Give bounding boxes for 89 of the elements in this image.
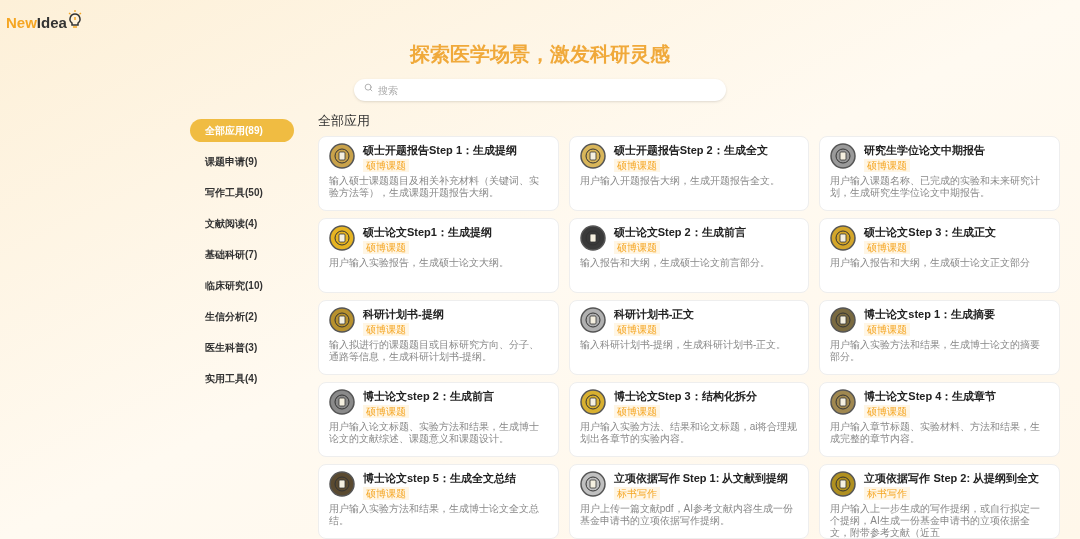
app-description: 用户输入论文标题、实验方法和结果，生成博士论文的文献综述、课题意义和课题设计。: [329, 421, 540, 445]
sidebar-item[interactable]: 生信分析(2): [190, 305, 294, 328]
app-title: 博士论文step 5：生成全文总结: [363, 471, 516, 485]
app-card[interactable]: 博士论文Step 4：生成章节 硕博课题 用户输入章节标题、实验材料、方法和结果，生成完整的章节内容。: [819, 382, 1060, 457]
medallion-icon: [329, 389, 355, 415]
app-tag: 硕博课题: [613, 159, 660, 172]
app-card[interactable]: 硕士论文Step1：生成提纲 硕博课题 用户输入实验报告，生成硕士论文大纲。: [318, 218, 559, 293]
app-description: 用户输入上一步生成的写作提纲，或自行拟定一个提纲，AI生成一份基金申请书的立项依据全文，附带参考文献（近五: [830, 503, 1042, 539]
app-title: 硕士开题报告Step 2：生成全文: [613, 143, 768, 157]
app-description: 用户输入实验方法和结果，生成博士论文全文总结。: [329, 503, 540, 527]
lightbulb-icon: [67, 10, 82, 29]
search-icon: [364, 83, 373, 92]
app-description: 输入硕士课题题目及相关补充材料（关键词、实验方法等），生成课题开题报告大纲。: [329, 175, 540, 199]
app-card[interactable]: 博士论文step 1：生成摘要 硕博课题 用户输入实验方法和结果，生成博士论文的摘要部分。: [819, 300, 1060, 375]
app-tag: 硕博课题: [363, 241, 409, 254]
app-title: 博士论文step 1：生成摘要: [864, 307, 996, 321]
app-card[interactable]: 硕士论文Step 2：生成前言 硕博课题 输入报告和大纲，生成硕士论文前言部分。: [568, 218, 810, 293]
app-tag: 硕博课题: [864, 323, 911, 336]
app-tag: 硕博课题: [363, 159, 409, 172]
app-description: 用户输入实验方法和结果，生成博士论文的摘要部分。: [830, 339, 1042, 363]
app-description: 用户输入课题名称、已完成的实验和未来研究计划，生成研究生学位论文中期报告。: [830, 175, 1042, 199]
medallion-icon: [579, 225, 606, 251]
app-card[interactable]: 立项依据写作 Step 1: 从文献到提纲 标书写作 用户上传一篇文献pdf，AI参考文献内容生成一份基金申请书的立项依据写作提纲。: [568, 464, 810, 539]
app-title: 硕士论文Step 2：生成前言: [613, 225, 746, 239]
search-field[interactable]: 搜索: [354, 79, 726, 101]
sidebar-item[interactable]: 医生科普(3): [190, 336, 294, 359]
app-title: 硕士论文Step1：生成提纲: [363, 225, 492, 239]
sidebar-item[interactable]: 临床研究(10): [190, 274, 294, 297]
app-card[interactable]: 立项依据写作 Step 2: 从提纲到全文 标书写作 用户输入上一步生成的写作提纲，或自行拟定一个提纲，AI生成一份基金申请书的立项依据全文，附带参考文献（近五: [819, 464, 1060, 539]
medallion-icon: [830, 225, 857, 251]
app-description: 用户输入实验报告，生成硕士论文大纲。: [329, 257, 510, 269]
medallion-icon: [329, 307, 355, 333]
app-tag: 硕博课题: [613, 405, 660, 418]
app-title: 硕士论文Step 3：生成正文: [864, 225, 997, 239]
app-tag: 标书写作: [864, 487, 911, 500]
medallion-icon: [830, 143, 857, 169]
app-card[interactable]: 科研计划书-正文 硕博课题 输入科研计划书-提纲，生成科研计划书-正文。: [568, 300, 810, 375]
app-card[interactable]: 博士论文step 2：生成前言 硕博课题 用户输入论文标题、实验方法和结果，生成博士论文的文献综述、课题意义和课题设计。: [318, 382, 559, 457]
app-tag: 硕博课题: [864, 159, 911, 172]
medallion-icon: [329, 143, 355, 169]
app-title: 硕士开题报告Step 1：生成提纲: [363, 143, 517, 157]
app-title: 研究生学位论文中期报告: [864, 143, 986, 157]
app-description: 用户输入章节标题、实验材料、方法和结果，生成完整的章节内容。: [830, 421, 1042, 445]
page-heading: 探索医学场景，激发科研灵感: [408, 41, 671, 67]
app-tag: 标书写作: [613, 487, 660, 500]
app-card[interactable]: 硕士论文Step 3：生成正文 硕博课题 用户输入报告和大纲，生成硕士论文正文部分: [819, 218, 1060, 293]
app-description: 用户输入实验方法、结果和论文标题，ai将合理规划出各章节的实验内容。: [579, 421, 799, 445]
sidebar-item[interactable]: 写作工具(50): [190, 181, 294, 204]
medallion-icon: [579, 307, 606, 333]
app-description: 用户输入开题报告大纲，生成开题报告全文。: [579, 175, 781, 187]
sidebar-item[interactable]: 实用工具(4): [190, 367, 294, 390]
app-description: 输入报告和大纲，生成硕士论文前言部分。: [579, 257, 771, 269]
app-card[interactable]: 博士论文step 5：生成全文总结 硕博课题 用户输入实验方法和结果，生成博士论文全文总结。: [318, 464, 559, 539]
medallion-icon: [830, 307, 857, 333]
app-card[interactable]: 硕士开题报告Step 2：生成全文 硕博课题 用户输入开题报告大纲，生成开题报告全文。: [568, 136, 810, 211]
medallion-icon: [830, 471, 857, 497]
medallion-icon: [579, 143, 606, 169]
medallion-icon: [579, 389, 606, 415]
medallion-icon: [329, 471, 355, 497]
app-tag: 硕博课题: [363, 487, 409, 500]
app-tag: 硕博课题: [363, 405, 409, 418]
app-card[interactable]: 科研计划书-提纲 硕博课题 输入拟进行的课题题目或目标研究方向、分子、通路等信息，生成科研计划书-提纲。: [318, 300, 559, 375]
app-description: 输入科研计划书-提纲，生成科研计划书-正文。: [579, 339, 788, 351]
section-title: 全部应用: [318, 111, 371, 130]
app-tag: 硕博课题: [363, 323, 409, 336]
app-tag: 硕博课题: [864, 405, 911, 418]
medallion-icon: [329, 225, 355, 251]
app-title: 博士论文Step 4：生成章节: [864, 389, 997, 403]
app-tag: 硕博课题: [864, 241, 911, 254]
sidebar-item[interactable]: 文献阅读(4): [190, 212, 294, 235]
app-card[interactable]: 研究生学位论文中期报告 硕博课题 用户输入课题名称、已完成的实验和未来研究计划，生成研究生学位论文中期报告。: [819, 136, 1060, 211]
app-title: 博士论文Step 3：结构化拆分: [613, 389, 757, 403]
medallion-icon: [579, 471, 606, 497]
app-description: 用户输入报告和大纲，生成硕士论文正文部分: [830, 257, 1032, 269]
app-description: 输入拟进行的课题题目或目标研究方向、分子、通路等信息，生成科研计划书-提纲。: [329, 339, 540, 363]
sidebar-item[interactable]: 基础科研(7): [190, 243, 294, 266]
app-tag: 硕博课题: [613, 323, 660, 336]
app-title: 科研计划书-正文: [613, 307, 695, 321]
app-tag: 硕博课题: [613, 241, 660, 254]
app-card[interactable]: 博士论文Step 3：结构化拆分 硕博课题 用户输入实验方法、结果和论文标题，ai将合理规划出各章节的实验内容。: [568, 382, 810, 457]
sidebar-item[interactable]: 课题申请(9): [190, 150, 294, 173]
app-card[interactable]: 硕士开题报告Step 1：生成提纲 硕博课题 输入硕士课题题目及相关补充材料（关键词、实验方法等），生成课题开题报告大纲。: [318, 136, 559, 211]
logo-text: NewIdea: [6, 14, 67, 30]
app-title: 科研计划书-提纲: [363, 307, 444, 321]
app-title: 博士论文step 2：生成前言: [363, 389, 494, 403]
app-title: 立项依据写作 Step 2: 从提纲到全文: [864, 471, 1040, 485]
app-title: 立项依据写作 Step 1: 从文献到提纲: [613, 471, 789, 485]
medallion-icon: [830, 389, 857, 415]
app-description: 用户上传一篇文献pdf，AI参考文献内容生成一份基金申请书的立项依据写作提纲。: [579, 503, 794, 527]
